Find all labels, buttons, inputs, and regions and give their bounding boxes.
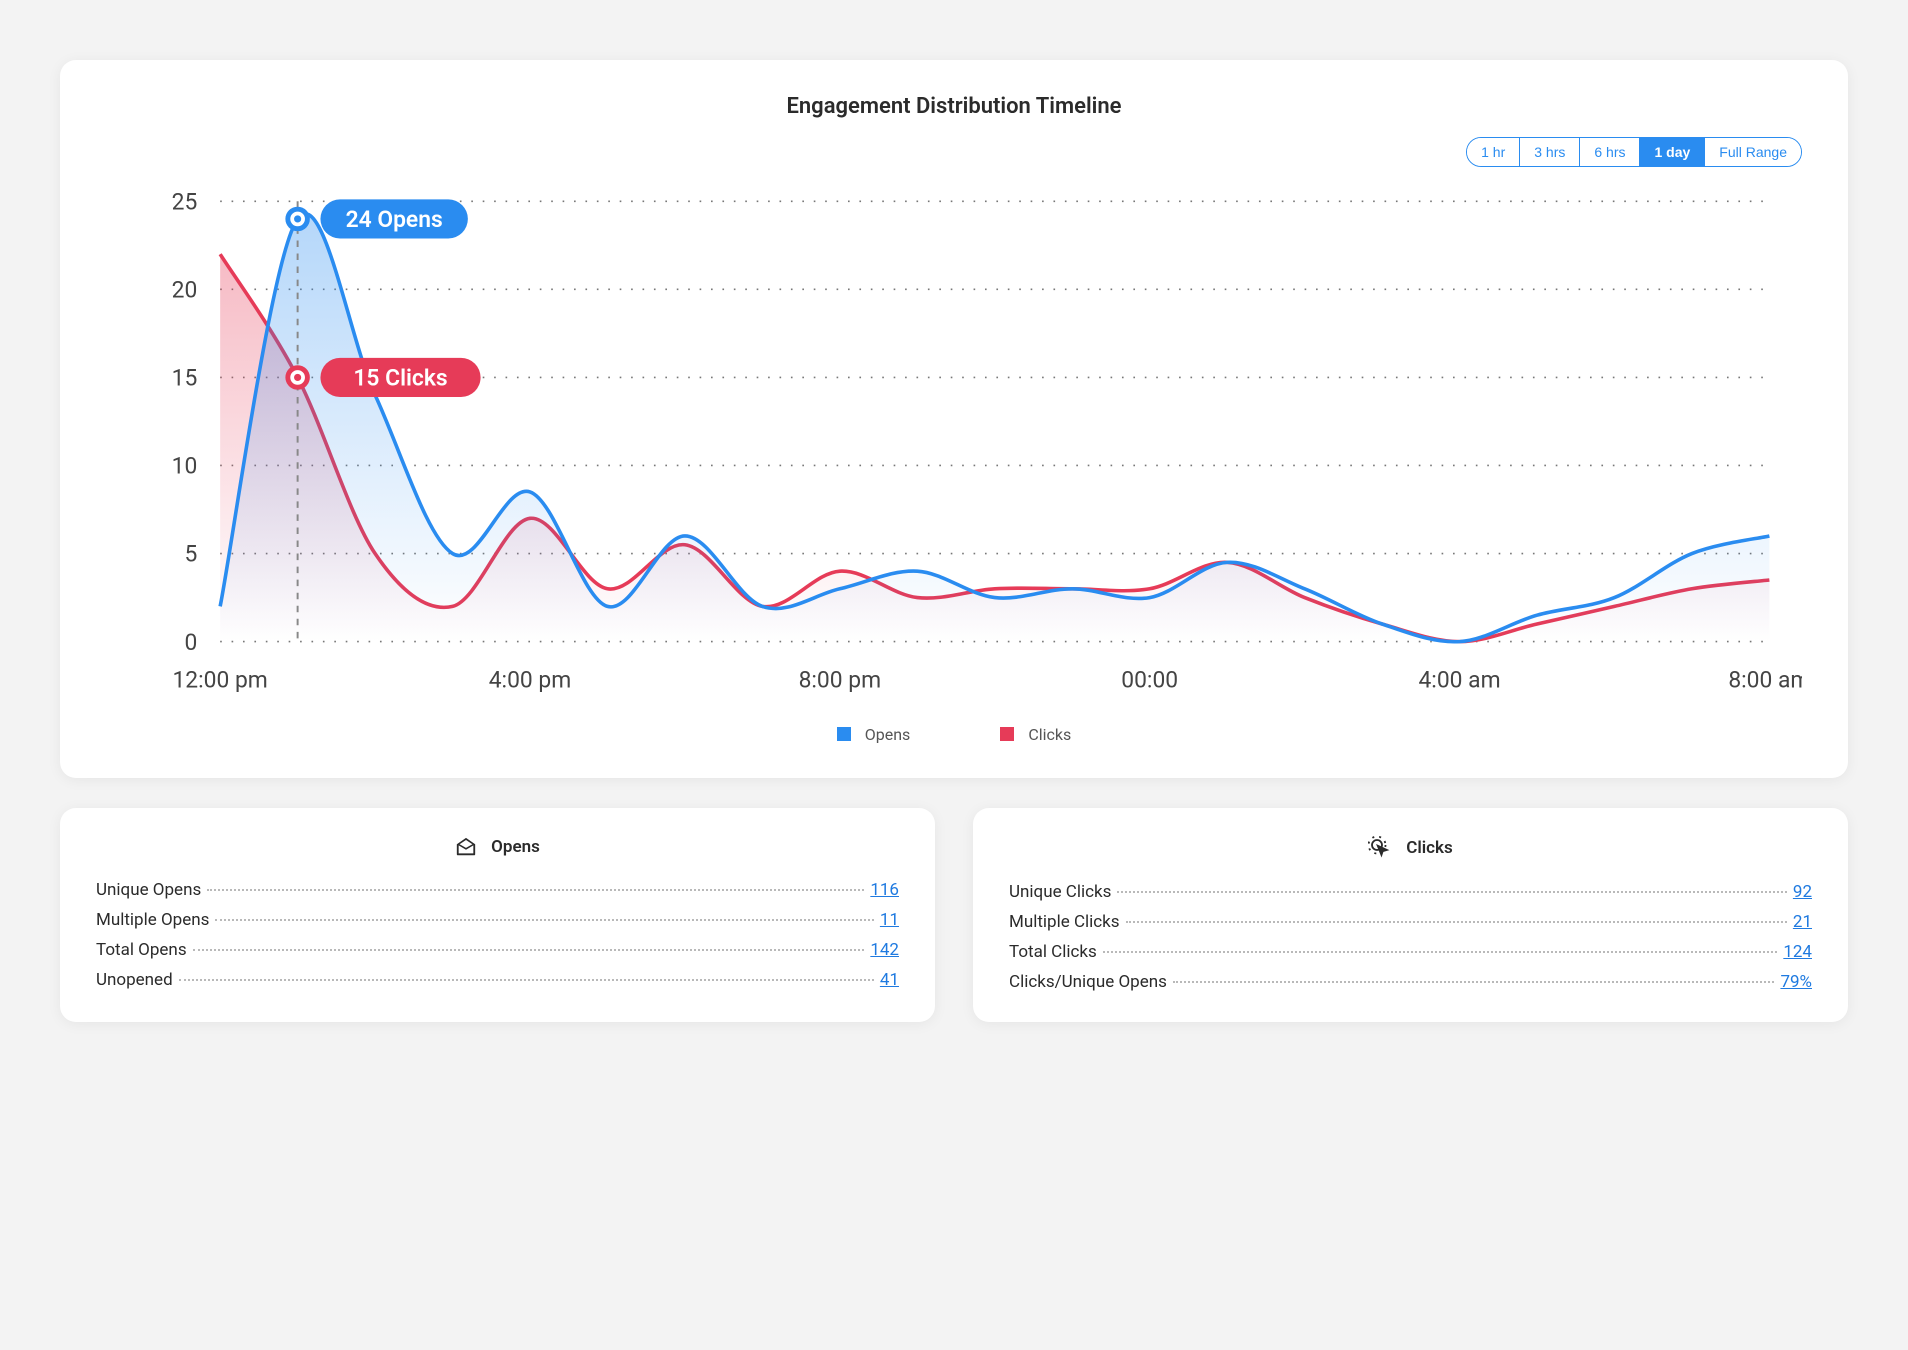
envelope-icon — [455, 836, 477, 858]
opens-stat-label: Unique Opens — [96, 880, 201, 900]
opens-stat-row: Total Opens 142 — [96, 940, 899, 960]
clicks-stat-row: Clicks/Unique Opens 79% — [1009, 972, 1812, 992]
svg-text:5: 5 — [184, 541, 197, 568]
click-cursor-icon — [1368, 836, 1392, 860]
opens-stat-value-link[interactable]: 11 — [880, 910, 899, 930]
engagement-chart: 0 5 10 15 20 25 12:00 pm 4:00 pm 8:00 pm 00:00 4:0… — [106, 185, 1802, 707]
svg-text:4:00 am: 4:00 am — [1418, 666, 1500, 693]
range-button-6-hrs[interactable]: 6 hrs — [1580, 138, 1640, 166]
clicks-stat-value-link[interactable]: 21 — [1793, 912, 1812, 932]
opens-stat-row: Unopened 41 — [96, 970, 899, 990]
clicks-stat-label: Clicks/Unique Opens — [1009, 972, 1167, 992]
svg-text:8:00 pm: 8:00 pm — [799, 666, 882, 693]
opens-stat-label: Multiple Opens — [96, 910, 209, 930]
stats-row: Opens Unique Opens 116 Multiple Opens 11 Tot… — [60, 808, 1848, 1022]
stat-dots-divider — [1103, 951, 1778, 953]
clicks-card-title-text: Clicks — [1406, 838, 1453, 858]
clicks-stats-card: Clicks Unique Clicks 92 Multiple Clicks 21 T… — [973, 808, 1848, 1022]
clicks-stat-value-link[interactable]: 79% — [1780, 972, 1812, 992]
clicks-stat-row: Total Clicks 124 — [1009, 942, 1812, 962]
svg-text:20: 20 — [172, 277, 198, 304]
opens-card-title-text: Opens — [491, 837, 540, 857]
opens-stats-card: Opens Unique Opens 116 Multiple Opens 11 Tot… — [60, 808, 935, 1022]
stat-dots-divider — [193, 949, 865, 951]
svg-text:4:00 pm: 4:00 pm — [489, 666, 572, 693]
stat-dots-divider — [215, 919, 874, 921]
range-button-full-range[interactable]: Full Range — [1705, 138, 1801, 166]
svg-text:12:00 pm: 12:00 pm — [172, 666, 267, 693]
legend-label-clicks: Clicks — [1028, 725, 1071, 744]
opens-stat-label: Total Opens — [96, 940, 187, 960]
opens-stat-value-link[interactable]: 142 — [870, 940, 899, 960]
svg-text:24 Opens: 24 Opens — [346, 206, 443, 233]
stat-dots-divider — [179, 979, 874, 981]
clicks-stat-value-link[interactable]: 124 — [1783, 942, 1812, 962]
legend-swatch-clicks — [1000, 727, 1014, 741]
legend-item-opens: Opens — [837, 725, 911, 744]
range-button-1-day[interactable]: 1 day — [1640, 138, 1705, 166]
opens-stat-label: Unopened — [96, 970, 173, 990]
svg-text:25: 25 — [172, 188, 198, 215]
chart-title: Engagement Distribution Timeline — [106, 94, 1802, 119]
opens-stat-value-link[interactable]: 41 — [880, 970, 899, 990]
clicks-card-title: Clicks — [1009, 836, 1812, 860]
stat-dots-divider — [1117, 891, 1786, 893]
clicks-stat-row: Multiple Clicks 21 — [1009, 912, 1812, 932]
opens-stat-row: Unique Opens 116 — [96, 880, 899, 900]
stat-dots-divider — [207, 889, 864, 891]
opens-stat-value-link[interactable]: 116 — [870, 880, 899, 900]
opens-card-title: Opens — [96, 836, 899, 858]
range-button-3-hrs[interactable]: 3 hrs — [1520, 138, 1580, 166]
clicks-stat-row: Unique Clicks 92 — [1009, 882, 1812, 902]
legend-label-opens: Opens — [865, 725, 911, 744]
range-selector[interactable]: 1 hr3 hrs6 hrs1 dayFull Range — [1466, 137, 1802, 167]
svg-text:00:00: 00:00 — [1121, 666, 1178, 693]
svg-text:0: 0 — [184, 629, 197, 656]
chart-legend: Opens Clicks — [106, 725, 1802, 744]
stat-dots-divider — [1173, 981, 1775, 983]
svg-text:8:00 am: 8:00 am — [1728, 666, 1802, 693]
stat-dots-divider — [1126, 921, 1787, 923]
engagement-chart-card: Engagement Distribution Timeline 1 hr3 h… — [60, 60, 1848, 778]
range-selector-row: 1 hr3 hrs6 hrs1 dayFull Range — [106, 137, 1802, 167]
svg-text:10: 10 — [172, 453, 198, 480]
clicks-stat-label: Unique Clicks — [1009, 882, 1111, 902]
svg-text:15 Clicks: 15 Clicks — [353, 365, 447, 392]
legend-swatch-opens — [837, 727, 851, 741]
range-button-1-hr[interactable]: 1 hr — [1467, 138, 1520, 166]
clicks-stat-label: Multiple Clicks — [1009, 912, 1120, 932]
svg-text:15: 15 — [172, 365, 198, 392]
clicks-stat-label: Total Clicks — [1009, 942, 1097, 962]
clicks-stat-value-link[interactable]: 92 — [1793, 882, 1812, 902]
legend-item-clicks: Clicks — [1000, 725, 1071, 744]
opens-stat-row: Multiple Opens 11 — [96, 910, 899, 930]
